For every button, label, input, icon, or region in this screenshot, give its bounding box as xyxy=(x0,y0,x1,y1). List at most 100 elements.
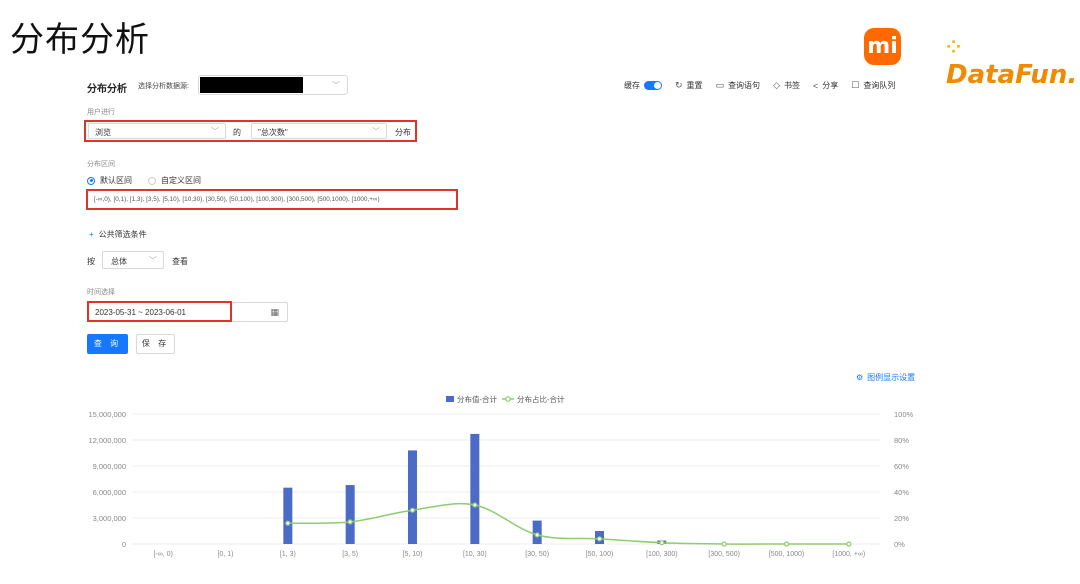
custom-interval-label: 自定义区间 xyxy=(161,176,201,185)
default-interval-radio[interactable]: 默认区间 xyxy=(87,175,132,186)
y2-tick-label: 20% xyxy=(894,514,909,523)
event-select[interactable]: 浏览 ﹀ xyxy=(88,123,226,139)
reset-button[interactable]: ↻ 重置 xyxy=(675,80,703,91)
datasource-select[interactable]: ﹀ xyxy=(198,75,348,95)
cache-toggle[interactable] xyxy=(644,81,662,90)
bar xyxy=(470,433,480,544)
cache-toggle-group[interactable]: 缓存 xyxy=(624,80,662,91)
date-range-highlight: 2023-05-31 ~ 2023-06-01 xyxy=(87,301,232,322)
datafun-logo: ⁘DataFun. xyxy=(946,30,1080,90)
y-tick-label: 6,000,000 xyxy=(93,488,126,497)
calendar-icon: ▦ xyxy=(270,307,279,317)
legend-line-marker xyxy=(505,396,511,402)
line-point xyxy=(347,519,353,525)
chevron-down-icon: ﹀ xyxy=(211,127,219,136)
line-point xyxy=(534,532,540,538)
page-title: 分布分析 xyxy=(87,84,127,95)
interval-ranges-box[interactable]: [-∞,0), [0,1), [1,3), [3,5), [5,10), [10… xyxy=(86,189,458,210)
y2-tick-label: 60% xyxy=(894,462,909,471)
event-value: 浏览 xyxy=(95,128,111,137)
x-tick-label: [50, 100) xyxy=(586,551,614,558)
query-button[interactable]: 查 询 xyxy=(87,334,128,354)
bar xyxy=(345,485,355,544)
save-button[interactable]: 保 存 xyxy=(136,334,175,354)
behavior-section-label: 用户进行 xyxy=(87,109,115,116)
x-tick-label: [3, 5) xyxy=(342,551,358,558)
tag-icon: ◇ xyxy=(773,80,780,90)
x-tick-label: [300, 500) xyxy=(708,551,740,558)
of-label: 的 xyxy=(233,128,241,137)
list-icon: ☐ xyxy=(851,80,860,90)
view-label: 查看 xyxy=(172,257,188,266)
legend-bar-label: 分布值-合计 xyxy=(457,394,497,404)
query-queue-button[interactable]: ☐ 查询队列 xyxy=(851,80,895,91)
x-tick-label: [5, 10) xyxy=(403,551,423,558)
time-section-label: 时间选择 xyxy=(87,289,115,296)
chevron-down-icon: ﹀ xyxy=(372,127,380,136)
query-sql-button[interactable]: ▭ 查询语句 xyxy=(716,80,761,91)
x-tick-label: [1, 3) xyxy=(280,551,296,558)
radio-unchecked-icon xyxy=(148,176,156,185)
monitor-icon: ▭ xyxy=(715,80,725,90)
y-tick-label: 15,000,000 xyxy=(88,410,126,419)
default-interval-label: 默认区间 xyxy=(100,176,132,185)
metric-value: "总次数" xyxy=(258,128,288,137)
custom-interval-radio[interactable]: 自定义区间 xyxy=(148,175,201,186)
line-point xyxy=(783,541,790,547)
y2-tick-label: 0% xyxy=(894,540,905,549)
x-tick-label: [500, 1000) xyxy=(769,551,804,558)
y-tick-label: 12,000,000 xyxy=(88,436,126,445)
reset-label: 重置 xyxy=(686,81,703,90)
group-by-select[interactable]: 总体 ﹀ xyxy=(102,251,164,269)
bookmark-button[interactable]: ◇ 书签 xyxy=(773,80,800,91)
gear-icon: ⚙ xyxy=(856,373,864,382)
add-filter-label: 公共筛选条件 xyxy=(98,230,147,239)
add-filter-button[interactable]: + 公共筛选条件 xyxy=(89,229,147,240)
chevron-down-icon: ﹀ xyxy=(149,256,157,265)
line-point xyxy=(721,541,727,547)
x-tick-label: [10, 30) xyxy=(463,551,487,558)
line-point xyxy=(472,502,478,508)
line-point xyxy=(659,540,665,546)
distribution-label: 分布 xyxy=(395,128,411,137)
y2-tick-label: 100% xyxy=(894,410,914,419)
metric-select[interactable]: "总次数" ﹀ xyxy=(251,123,387,139)
x-tick-label: [0, 1) xyxy=(218,551,234,558)
line-point xyxy=(285,520,291,526)
legend-bar-swatch xyxy=(446,396,454,402)
legend-settings-button[interactable]: ⚙ 图例显示设置 xyxy=(856,372,915,383)
y-tick-label: 3,000,000 xyxy=(93,514,126,523)
slide-title: 分布分析 xyxy=(10,20,150,60)
datasource-label: 选择分析数据源: xyxy=(138,83,189,90)
y2-tick-label: 80% xyxy=(894,436,909,445)
cache-label: 缓存 xyxy=(624,81,640,90)
legend-line-label: 分布占比-合计 xyxy=(517,394,565,404)
share-label: 分享 xyxy=(822,81,839,90)
line-point xyxy=(596,536,603,542)
datafun-text: DataFun. xyxy=(946,60,1078,90)
share-icon: < xyxy=(812,80,819,91)
group-by-value: 总体 xyxy=(111,257,127,266)
chevron-down-icon: ﹀ xyxy=(332,81,340,90)
plus-icon: + xyxy=(89,230,94,239)
x-tick-label: [100, 300) xyxy=(646,551,678,558)
redacted-block xyxy=(200,77,303,93)
line-point xyxy=(846,541,852,547)
y2-tick-label: 40% xyxy=(894,488,909,497)
refresh-icon: ↻ xyxy=(675,80,683,90)
bar xyxy=(532,520,542,544)
toolbar: 缓存 ↻ 重置 ▭ 查询语句 ◇ 书签 < 分享 ☐ 查询队列 xyxy=(624,80,895,91)
x-tick-label: [-∞, 0) xyxy=(153,551,172,558)
radio-checked-icon xyxy=(87,176,95,185)
group-by-label: 按 xyxy=(87,257,95,266)
bar xyxy=(408,450,417,544)
y-tick-label: 9,000,000 xyxy=(93,462,126,471)
line-point xyxy=(409,507,416,513)
x-tick-label: [30, 50) xyxy=(525,551,549,558)
share-button[interactable]: < 分享 xyxy=(813,80,838,91)
bookmark-label: 书签 xyxy=(783,81,800,90)
interval-section-label: 分布区间 xyxy=(87,161,115,168)
legend-settings-label: 图例显示设置 xyxy=(867,373,916,382)
mi-logo: mi xyxy=(864,28,901,65)
date-range-value: 2023-05-31 ~ 2023-06-01 xyxy=(95,308,186,317)
